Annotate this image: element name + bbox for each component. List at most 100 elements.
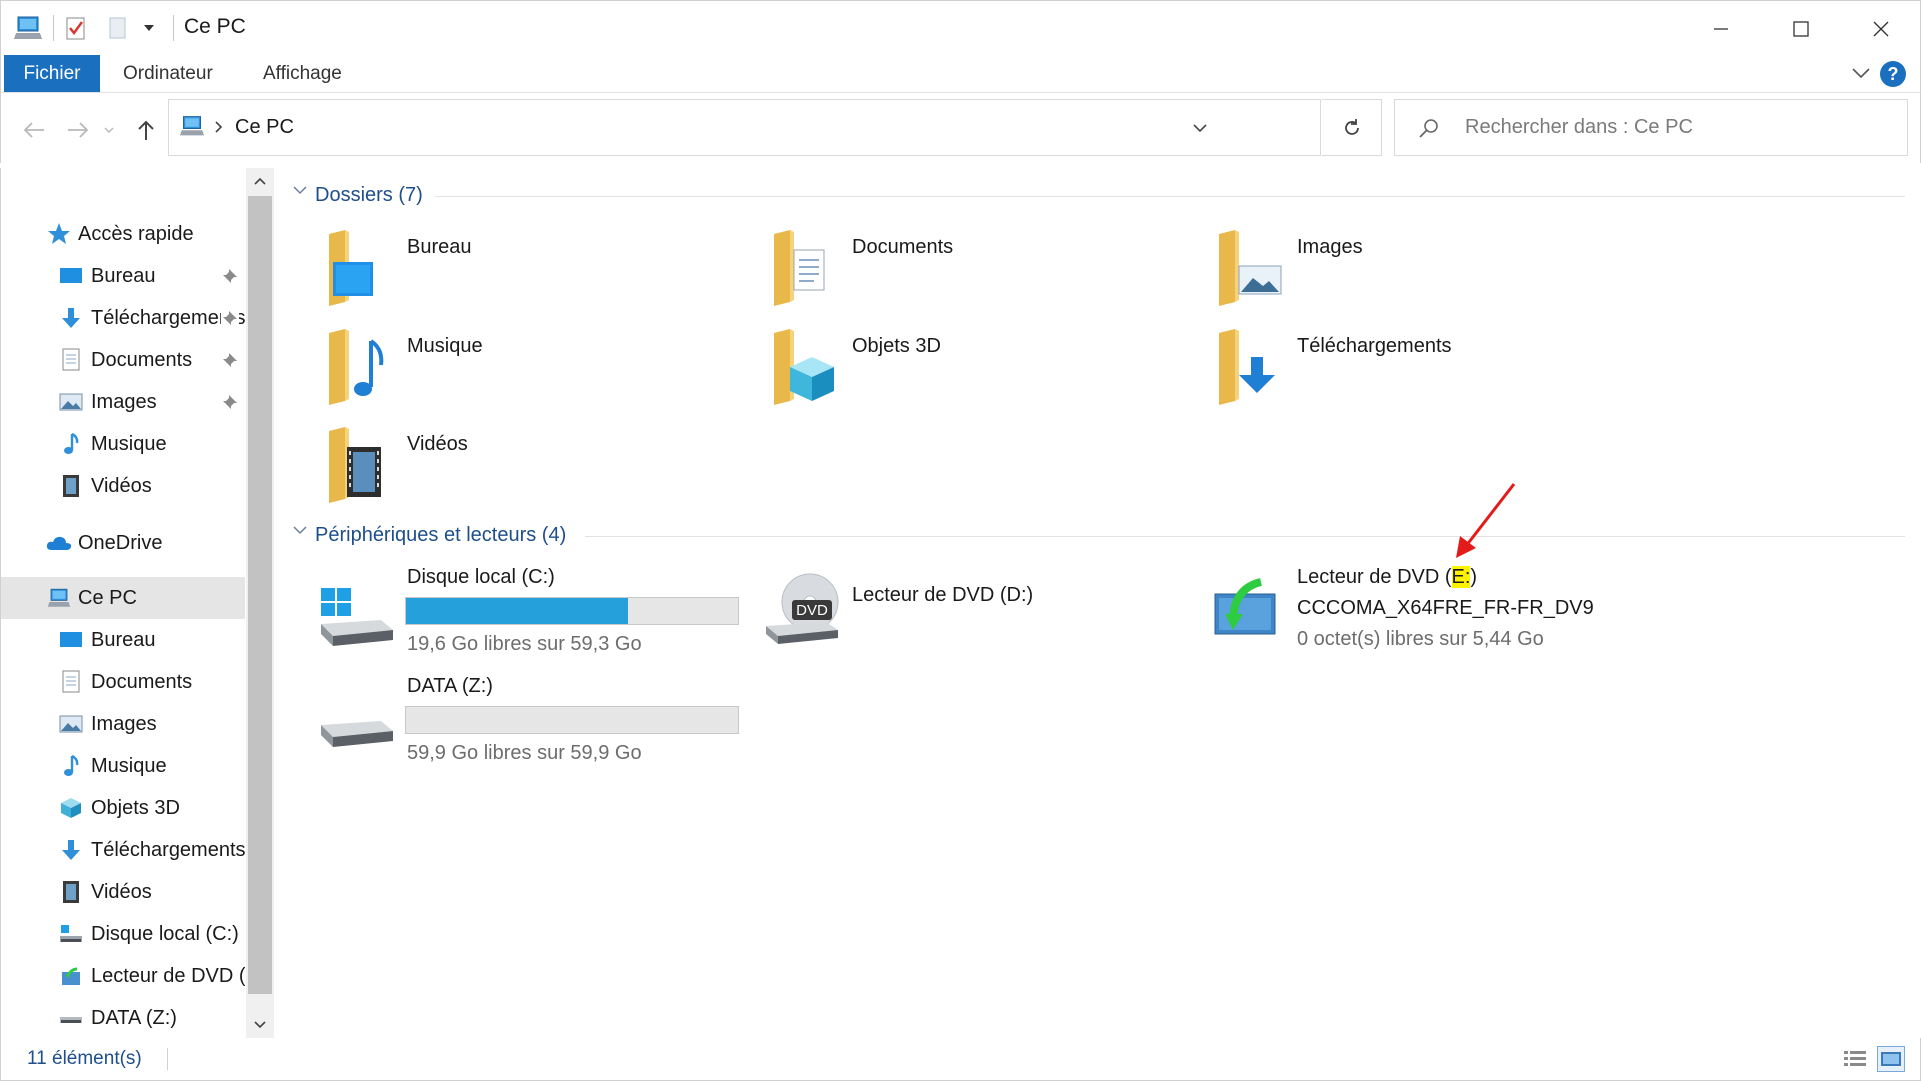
customize-toolbar-chevron-icon[interactable]	[141, 13, 157, 43]
sidebar-item-pc-images[interactable]: Images	[1, 703, 245, 745]
3d-objects-folder-icon	[772, 327, 844, 407]
drive-name: Disque local (C:)	[407, 566, 555, 588]
folder-item[interactable]: Téléchargements	[1217, 327, 1637, 417]
folder-item[interactable]: Images	[1217, 228, 1637, 318]
folder-item[interactable]: Musique	[327, 327, 747, 417]
group-divider	[585, 536, 1905, 537]
sidebar-item-pc-documents[interactable]: Documents	[1, 661, 245, 703]
tab-fichier[interactable]: Fichier	[4, 55, 100, 92]
arrow-up-icon	[138, 120, 154, 140]
sidebar-item-musique[interactable]: Musique	[1, 423, 245, 465]
drive-capacity-bar	[405, 706, 739, 734]
drive-name: DATA (Z:)	[407, 675, 493, 697]
folder-name: Documents	[852, 236, 954, 258]
drive-item-z[interactable]: DATA (Z:) 59,9 Go libres sur 59,9 Go	[321, 675, 741, 785]
desktop-folder-icon	[327, 228, 399, 308]
downloads-folder-icon	[1217, 327, 1289, 407]
folder-item[interactable]: Vidéos	[327, 425, 747, 515]
new-folder-icon[interactable]	[107, 13, 129, 43]
recent-locations-button[interactable]	[99, 115, 119, 145]
star-icon	[47, 222, 71, 246]
chevron-down-icon	[1193, 123, 1207, 132]
videos-folder-icon	[327, 425, 399, 505]
download-icon	[59, 838, 83, 862]
folder-item[interactable]: Objets 3D	[772, 327, 1192, 417]
sidebar-item-dvd-e[interactable]: Lecteur de DVD (E:)	[1, 955, 245, 997]
pin-icon[interactable]	[221, 267, 239, 291]
scroll-up-button[interactable]	[246, 168, 274, 194]
drive-name: Lecteur de DVD (D:)	[852, 584, 1034, 606]
sidebar-item-bureau[interactable]: Bureau	[1, 255, 245, 297]
help-button[interactable]: ?	[1880, 61, 1906, 87]
sidebar-item-pc-objets-3d[interactable]: Objets 3D	[1, 787, 245, 829]
scrollbar-thumb[interactable]	[248, 196, 272, 994]
desktop-icon	[59, 264, 83, 288]
ribbon-tabs: Fichier Ordinateur Affichage ?	[0, 55, 1921, 93]
arrow-right-icon	[68, 122, 89, 138]
sidebar-item-videos[interactable]: Vidéos	[1, 465, 245, 507]
cloud-icon	[45, 531, 73, 555]
details-view-button[interactable]	[1841, 1046, 1869, 1072]
sidebar-item-pc-bureau[interactable]: Bureau	[1, 619, 245, 661]
minimize-button[interactable]	[1681, 1, 1761, 56]
details-view-icon	[1844, 1051, 1866, 1066]
address-history-button[interactable]	[1181, 100, 1219, 155]
drive-item-e[interactable]: Lecteur de DVD (E:) CCCOMA_X64FRE_FR-FR_…	[1211, 566, 1631, 676]
chevron-up-icon	[254, 177, 266, 185]
sidebar-item-this-pc[interactable]: Ce PC	[1, 577, 245, 619]
folder-name: Objets 3D	[852, 335, 941, 357]
up-button[interactable]	[131, 115, 161, 145]
drive-free-space: 0 octet(s) libres sur 5,44 Go	[1297, 628, 1544, 650]
sidebar-item-disque-local-c[interactable]: Disque local (C:)	[1, 913, 245, 955]
close-button[interactable]	[1841, 1, 1921, 56]
address-bar[interactable]: Ce PC	[168, 99, 1321, 156]
title-bar: Ce PC	[0, 0, 1921, 55]
folder-item[interactable]: Bureau	[327, 228, 747, 318]
drive-item-c[interactable]: Disque local (C:) 19,6 Go libres sur 59,…	[321, 566, 741, 676]
drive-item-d[interactable]: DVD Lecteur de DVD (D:)	[766, 572, 1186, 682]
sidebar-item-images[interactable]: Images	[1, 381, 245, 423]
sidebar-item-label: Lecteur de DVD (E:)	[91, 964, 245, 987]
drive-volume-label: CCCOMA_X64FRE_FR-FR_DV9	[1297, 597, 1594, 619]
back-button[interactable]	[19, 115, 49, 145]
sidebar-item-label: Bureau	[91, 628, 156, 651]
pin-icon[interactable]	[221, 351, 239, 375]
svg-text:DVD: DVD	[796, 602, 828, 619]
folder-item[interactable]: Documents	[772, 228, 1192, 318]
sidebar-item-label: Vidéos	[91, 880, 152, 903]
folders-group-header[interactable]: Dossiers (7)	[315, 180, 423, 210]
setup-dvd-icon	[1211, 574, 1291, 654]
sidebar-item-quick-access[interactable]: Accès rapide	[1, 213, 245, 255]
navigation-pane: Accès rapide Bureau Téléchargements Docu…	[0, 168, 245, 1039]
forward-button[interactable]	[63, 115, 93, 145]
search-input[interactable]: Rechercher dans : Ce PC	[1465, 116, 1693, 139]
video-icon	[59, 474, 83, 498]
breadcrumb-separator-icon[interactable]	[213, 119, 225, 140]
tiles-view-button[interactable]	[1877, 1046, 1905, 1072]
search-box[interactable]: Rechercher dans : Ce PC	[1394, 99, 1908, 156]
sidebar-item-telechargements[interactable]: Téléchargements	[1, 297, 245, 339]
folders-collapse-icon[interactable]	[292, 183, 308, 202]
pin-icon[interactable]	[221, 309, 239, 333]
properties-icon[interactable]	[65, 13, 87, 43]
maximize-button[interactable]	[1761, 1, 1841, 56]
sidebar-item-documents[interactable]: Documents	[1, 339, 245, 381]
refresh-button[interactable]	[1322, 99, 1382, 156]
tab-affichage[interactable]: Affichage	[243, 55, 362, 92]
devices-collapse-icon[interactable]	[292, 523, 308, 542]
pin-icon[interactable]	[221, 393, 239, 417]
tab-ordinateur[interactable]: Ordinateur	[103, 55, 233, 92]
sidebar-item-pc-telechargements[interactable]: Téléchargements	[1, 829, 245, 871]
scroll-down-button[interactable]	[246, 1012, 274, 1038]
sidebar-item-onedrive[interactable]: OneDrive	[1, 522, 245, 564]
documents-folder-icon	[772, 228, 844, 308]
sidebar-item-pc-videos[interactable]: Vidéos	[1, 871, 245, 913]
sidebar-scrollbar[interactable]	[246, 168, 274, 1038]
status-bar: 11 élément(s)	[0, 1038, 1921, 1081]
expand-ribbon-button[interactable]	[1850, 63, 1872, 88]
breadcrumb-current[interactable]: Ce PC	[235, 116, 294, 139]
sidebar-item-label: DATA (Z:)	[91, 1006, 177, 1029]
sidebar-item-pc-musique[interactable]: Musique	[1, 745, 245, 787]
sidebar-item-data-z[interactable]: DATA (Z:)	[1, 997, 245, 1039]
devices-group-header[interactable]: Périphériques et lecteurs (4)	[315, 520, 566, 550]
